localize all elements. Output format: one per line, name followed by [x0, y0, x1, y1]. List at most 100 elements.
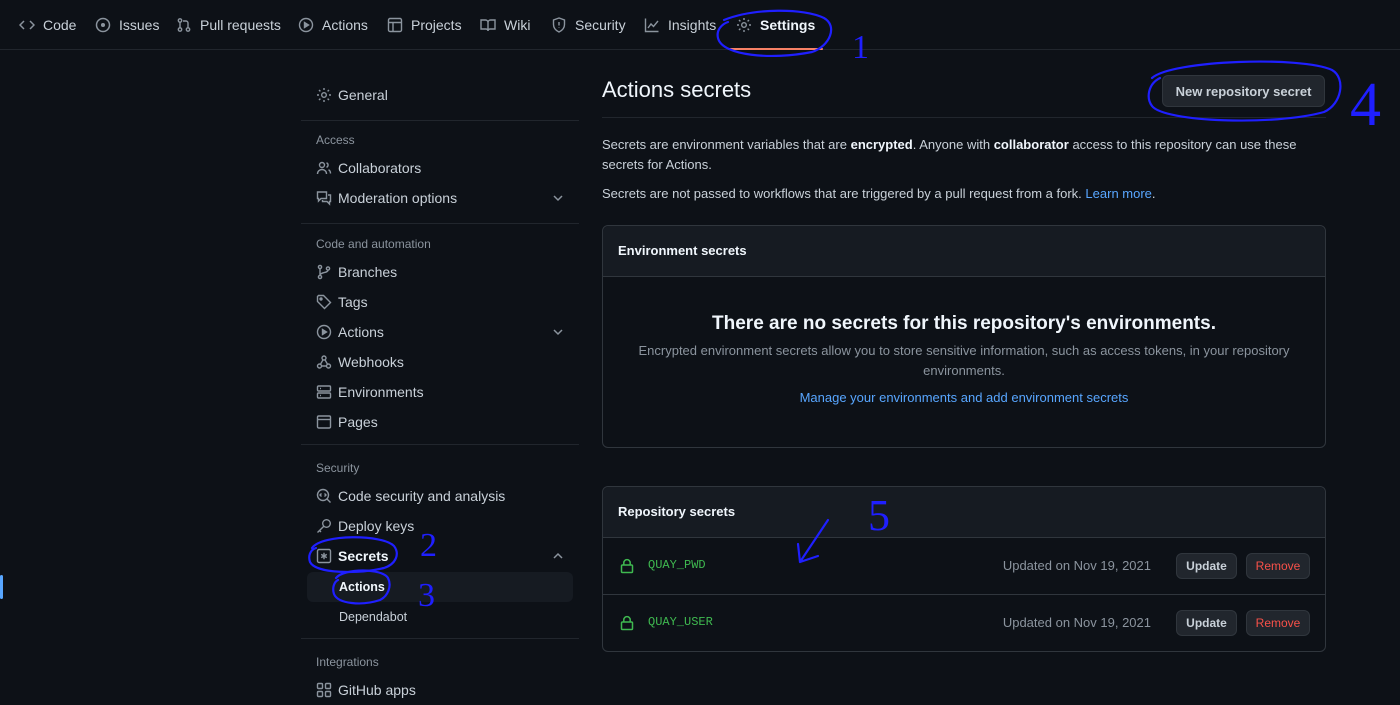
- lock-icon: [620, 558, 634, 574]
- gear-icon: [737, 17, 751, 32]
- table-icon: [387, 17, 403, 32]
- secret-updated-date: Updated on Nov 19, 2021: [1002, 558, 1151, 573]
- git-pull-request-icon: [177, 17, 191, 32]
- shield-icon: [552, 16, 566, 33]
- sidebar-item-environments[interactable]: Environments: [301, 377, 579, 407]
- sidebar-item-label: Moderation options: [338, 190, 458, 206]
- codescan-icon: [316, 488, 331, 503]
- apps-icon: [316, 682, 332, 698]
- sidebar-item-pages[interactable]: Pages: [301, 407, 579, 437]
- repository-secrets-header: Repository secrets: [603, 487, 1325, 538]
- lock-icon: [620, 615, 634, 631]
- environment-secrets-header: Environment secrets: [603, 226, 1325, 277]
- sidebar-item-label: Tags: [338, 294, 368, 310]
- manage-environments-link[interactable]: Manage your environments and add environ…: [603, 390, 1325, 405]
- sidebar-item-webhooks[interactable]: Webhooks: [301, 347, 579, 377]
- sidebar-item-label: General: [338, 87, 388, 103]
- sidebar-item-tags[interactable]: Tags: [301, 287, 579, 317]
- play-icon: [298, 17, 314, 32]
- sidebar-item-label: Actions: [339, 580, 385, 594]
- chevron-up-icon: [553, 552, 563, 559]
- chevron-down-icon: [553, 329, 563, 336]
- git-branch-icon: [317, 264, 331, 280]
- sidebar-item-general[interactable]: General: [301, 80, 579, 110]
- sidebar-item-collaborators[interactable]: Collaborators: [301, 153, 579, 183]
- update-secret-button[interactable]: Update: [1176, 610, 1237, 636]
- annotation-number-4: 4: [1350, 71, 1381, 139]
- sidebar-heading-security: Security: [316, 461, 360, 475]
- sidebar-item-label: Deploy keys: [338, 518, 415, 534]
- sidebar-item-label: Pages: [338, 414, 378, 430]
- remove-secret-button[interactable]: Remove: [1246, 610, 1310, 636]
- sidebar-subitem-secrets-dependabot[interactable]: Dependabot: [307, 602, 573, 632]
- sidebar-item-label: Actions: [338, 324, 384, 340]
- chevron-down-icon: [553, 195, 563, 202]
- new-repository-secret-button[interactable]: New repository secret: [1162, 75, 1325, 107]
- tag-icon: [316, 294, 332, 310]
- update-secret-button[interactable]: Update: [1176, 553, 1237, 579]
- sidebar-item-deploy-keys[interactable]: Deploy keys: [301, 511, 579, 541]
- tab-wiki[interactable]: Wiki: [480, 0, 530, 49]
- tab-issues[interactable]: Issues: [95, 0, 159, 49]
- environment-secrets-box: Environment secrets There are no secrets…: [602, 225, 1326, 448]
- graph-icon: [644, 18, 659, 32]
- browser-icon: [316, 415, 332, 429]
- key-asterisk-icon: [316, 548, 332, 564]
- play-icon: [316, 324, 332, 340]
- sidebar-heading-access: Access: [316, 133, 355, 147]
- title-divider: [602, 117, 1326, 118]
- comment-discussion-icon: [316, 191, 332, 206]
- issue-opened-icon: [95, 17, 111, 32]
- fork-note: Secrets are not passed to workflows that…: [602, 186, 1156, 201]
- sidebar-item-label: GitHub apps: [338, 682, 416, 698]
- sidebar-heading-integrations: Integrations: [316, 655, 379, 669]
- webhook-icon: [316, 355, 332, 369]
- tab-settings[interactable]: Settings: [727, 0, 824, 50]
- sidebar-divider: [301, 444, 579, 445]
- sidebar-item-label: Collaborators: [338, 160, 422, 176]
- code-icon: [19, 19, 35, 30]
- sidebar-divider: [301, 638, 579, 639]
- page-title: Actions secrets: [602, 77, 752, 102]
- secret-updated-date: Updated on Nov 19, 2021: [1002, 615, 1151, 630]
- sidebar-item-github-apps[interactable]: GitHub apps: [301, 675, 579, 705]
- blankslate-text: Encrypted environment secrets allow you …: [638, 343, 1290, 378]
- sidebar-item-label: Secrets: [338, 548, 389, 564]
- intro-text: Secrets are environment variables that a…: [602, 137, 1297, 172]
- sidebar-divider: [301, 223, 579, 224]
- repository-secrets-heading: Repository secrets: [618, 504, 736, 519]
- secret-row: QUAY_PWD Updated on Nov 19, 2021 Update …: [603, 538, 1325, 595]
- tab-projects[interactable]: Projects: [387, 0, 462, 49]
- secret-name: QUAY_USER: [648, 615, 713, 629]
- sidebar-item-label: Dependabot: [339, 610, 408, 624]
- sidebar-item-secrets[interactable]: Secrets: [301, 541, 579, 571]
- environment-secrets-heading: Environment secrets: [618, 243, 747, 258]
- server-icon: [316, 385, 332, 399]
- tab-security[interactable]: Security: [551, 0, 626, 49]
- blankslate-title: There are no secrets for this repository…: [712, 313, 1216, 334]
- sidebar-item-label: Environments: [338, 384, 424, 400]
- repo-nav: Code Issues Pull requests Actions Projec…: [0, 0, 1400, 50]
- people-icon: [316, 161, 332, 175]
- tab-insights[interactable]: Insights: [644, 0, 716, 49]
- tab-pull-requests[interactable]: Pull requests: [176, 0, 281, 49]
- key-icon: [317, 519, 331, 533]
- secret-name: QUAY_PWD: [648, 558, 706, 572]
- sidebar-item-actions[interactable]: Actions: [301, 317, 579, 347]
- sidebar-item-label: Branches: [338, 264, 398, 280]
- sidebar-heading-code-automation: Code and automation: [316, 237, 431, 251]
- sidebar-item-label: Code security and analysis: [338, 488, 506, 504]
- tab-actions[interactable]: Actions: [298, 0, 368, 49]
- remove-secret-button[interactable]: Remove: [1246, 553, 1310, 579]
- sidebar-item-branches[interactable]: Branches: [301, 257, 579, 287]
- sidebar-active-indicator: [0, 575, 3, 599]
- tab-code[interactable]: Code: [19, 0, 76, 49]
- sidebar-item-code-security[interactable]: Code security and analysis: [301, 481, 579, 511]
- sidebar-divider: [301, 120, 579, 121]
- secret-row: QUAY_USER Updated on Nov 19, 2021 Update…: [603, 595, 1325, 651]
- repository-secrets-box: Repository secrets QUAY_PWD Updated on N…: [602, 486, 1326, 652]
- sidebar-subitem-secrets-actions[interactable]: Actions: [307, 572, 573, 602]
- book-icon: [480, 18, 496, 31]
- sidebar-item-moderation[interactable]: Moderation options: [301, 183, 579, 213]
- learn-more-link[interactable]: Learn more: [1085, 186, 1151, 201]
